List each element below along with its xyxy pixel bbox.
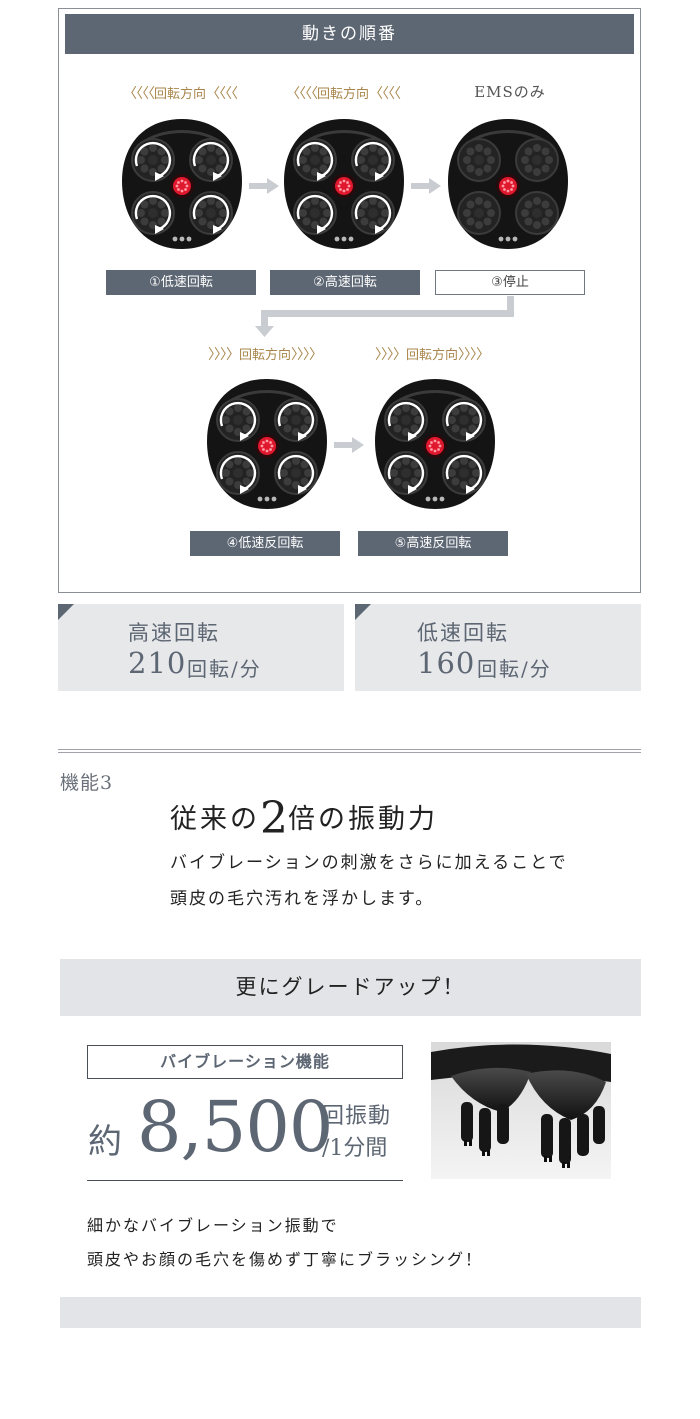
direction-label-2: 〈〈〈〈回転方向〈〈〈〈 (285, 86, 401, 102)
vibration-count: 8,500 (137, 1086, 333, 1168)
corner-triangle-icon (355, 604, 371, 620)
return-arrow-icon (255, 296, 514, 337)
step-label-2: ②高速回転 (270, 270, 420, 295)
speed-panel-low: 低速回転 160 回転/分 (355, 604, 641, 691)
feature-number: 機能3 (60, 772, 114, 794)
arrow-right-icon (411, 178, 441, 194)
speed-value: 160 (417, 646, 476, 680)
device-image-stop (448, 119, 568, 249)
divider (87, 1180, 403, 1181)
device-image-low-reverse (207, 379, 327, 509)
vibration-feature-label: バイブレーション機能 (87, 1045, 403, 1079)
direction-label-1: 〈〈〈〈回転方向〈〈〈〈 (122, 86, 238, 102)
vibration-per-minute: /1分間 (322, 1136, 388, 1161)
speed-unit: 回転/分 (477, 657, 552, 681)
arrow-right-icon (334, 437, 364, 453)
speed-value: 210 (128, 646, 187, 680)
step-label-4: ④低速反回転 (190, 531, 340, 556)
step-label-5: ⑤高速反回転 (358, 531, 508, 556)
approx-label: 約 (88, 1122, 122, 1162)
upgrade-banner: 更にグレードアップ！ (60, 959, 641, 1016)
feature-body-line: バイブレーションの刺激をさらに加えることで (170, 853, 568, 873)
vibration-unit: 回振動 (322, 1104, 392, 1129)
speed-panel-high: 高速回転 210 回転/分 (58, 604, 344, 691)
divider (58, 752, 641, 753)
direction-label-4: 〉〉〉〉回転方向〉〉〉〉 (207, 347, 323, 363)
sequence-title: 動きの順番 (65, 14, 634, 54)
vibration-description-line: 頭皮やお顔の毛穴を傷めず丁寧にブラッシング！ (87, 1250, 484, 1269)
corner-triangle-icon (58, 604, 74, 620)
direction-label-5: 〉〉〉〉回転方向〉〉〉〉 (374, 347, 490, 363)
ems-only-label: EMSのみ (474, 83, 546, 101)
speed-title: 高速回転 (128, 621, 220, 645)
device-image-high-reverse (375, 379, 495, 509)
vibration-description-line: 細かなバイブレーション振動で (87, 1216, 339, 1235)
step-label-3: ③停止 (435, 270, 585, 295)
speed-title: 低速回転 (417, 621, 509, 645)
divider (58, 749, 641, 750)
device-image-high-speed (284, 119, 404, 249)
arrow-right-icon (249, 178, 279, 194)
feature-body-line: 頭皮の毛穴汚れを浮かします。 (170, 889, 435, 909)
step-label-1: ①低速回転 (106, 270, 256, 295)
device-image-low-speed (122, 119, 242, 249)
bottom-bar (60, 1297, 641, 1328)
brush-head-closeup-image (431, 1042, 611, 1179)
speed-unit: 回転/分 (187, 657, 262, 681)
feature-heading: 従来の2倍の振動力 (170, 793, 438, 844)
